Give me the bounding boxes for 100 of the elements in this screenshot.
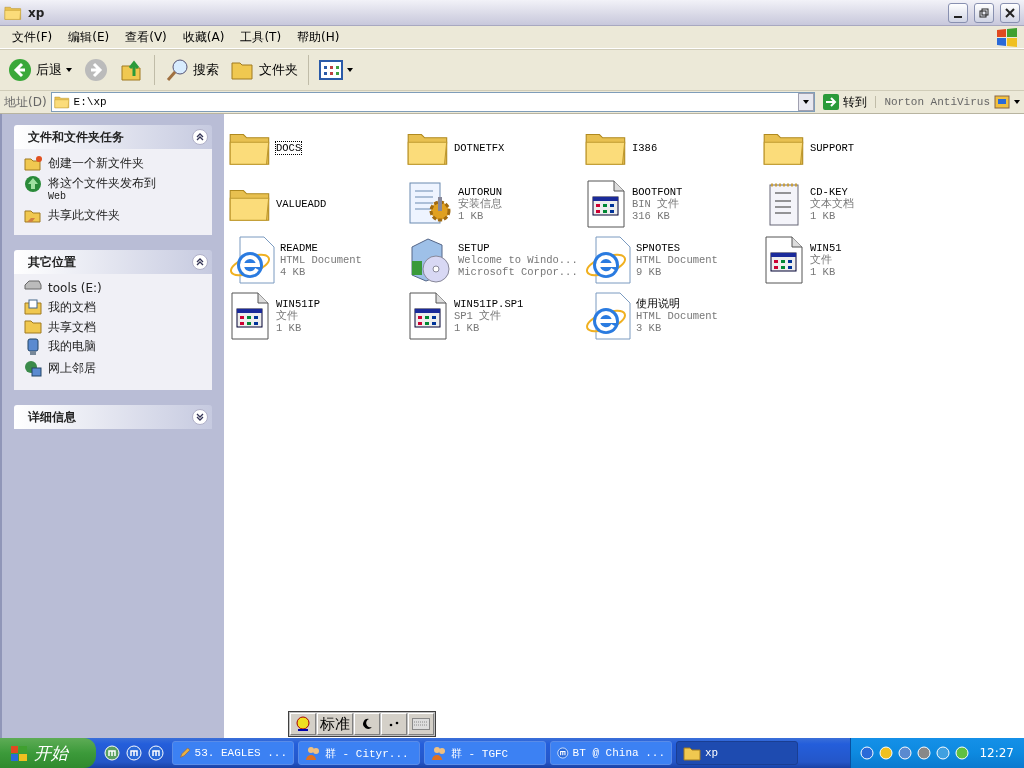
collapse-button[interactable] bbox=[192, 129, 208, 145]
task-link[interactable]: 共享此文件夹 bbox=[48, 207, 120, 222]
file-detail: HTML Document bbox=[636, 254, 718, 266]
taskbar-button[interactable]: 53. EAGLES ... bbox=[172, 741, 294, 765]
task-link[interactable]: 共享文档 bbox=[48, 319, 96, 334]
folder-icon bbox=[4, 4, 22, 21]
file-detail: 1 KB bbox=[810, 266, 837, 278]
panel-header[interactable]: 详细信息 bbox=[14, 405, 212, 429]
dropdown-caret-icon bbox=[803, 100, 810, 104]
file-name[interactable]: BOOTFONT bbox=[632, 186, 683, 198]
file-name[interactable]: WIN51IP bbox=[276, 298, 321, 310]
menu-item[interactable]: 编辑(E) bbox=[60, 28, 118, 46]
file-name[interactable]: I386 bbox=[632, 142, 658, 154]
file-detail: BIN 文件 bbox=[632, 198, 681, 210]
file-name[interactable]: DOCS bbox=[276, 142, 302, 154]
menu-item[interactable]: 工具(T) bbox=[232, 28, 290, 46]
browser-icon bbox=[126, 745, 142, 761]
network-icon bbox=[24, 360, 42, 378]
file-detail: HTML Document bbox=[636, 310, 718, 322]
panel-header[interactable]: 其它位置 bbox=[14, 250, 212, 274]
ime-width-button[interactable] bbox=[354, 713, 380, 735]
taskbar-button[interactable]: xp bbox=[676, 741, 798, 765]
tray-icon[interactable] bbox=[916, 745, 933, 761]
pencil-icon bbox=[179, 745, 191, 761]
start-button[interactable]: 开始 bbox=[0, 738, 96, 768]
tray-icon[interactable] bbox=[935, 745, 952, 761]
file-detail: 316 KB bbox=[632, 210, 671, 222]
panel-title: 文件和文件夹任务 bbox=[28, 128, 125, 146]
collapse-icon bbox=[196, 133, 204, 141]
application-file-icon bbox=[228, 291, 272, 341]
file-detail: 1 KB bbox=[454, 322, 481, 334]
address-dropdown-button[interactable] bbox=[798, 93, 815, 111]
browser-icon bbox=[148, 745, 164, 761]
menu-item[interactable]: 收藏(A) bbox=[174, 28, 233, 46]
file-name[interactable]: SPNOTES bbox=[636, 242, 681, 254]
web-document-icon bbox=[584, 235, 632, 285]
dropdown-caret-icon bbox=[347, 68, 353, 72]
folder-icon bbox=[53, 95, 70, 109]
task-link[interactable]: 我的电脑 bbox=[48, 338, 96, 353]
file-name[interactable]: README bbox=[280, 242, 318, 254]
panel-header[interactable]: 文件和文件夹任务 bbox=[14, 125, 212, 149]
toolbar-label: Norton AntiVirus bbox=[875, 96, 990, 108]
file-name[interactable]: SUPPORT bbox=[810, 142, 855, 154]
file-name[interactable]: WIN51IP.SP1 bbox=[454, 298, 524, 310]
expand-button[interactable] bbox=[192, 409, 208, 425]
search-button[interactable]: 搜索 bbox=[161, 56, 223, 84]
file-detail: 文本文档 bbox=[810, 198, 854, 210]
file-detail: SP1 文件 bbox=[454, 310, 503, 322]
task-link[interactable]: 网上邻居 bbox=[48, 360, 96, 375]
ime-punct-button[interactable] bbox=[381, 713, 407, 735]
toolbar-extension-icon bbox=[994, 94, 1010, 110]
drive-icon bbox=[24, 280, 42, 290]
panel-title: 其它位置 bbox=[28, 253, 77, 271]
task-link[interactable]: 创建一个新文件夹 bbox=[48, 155, 144, 170]
tray-icon[interactable] bbox=[878, 745, 895, 761]
file-detail: 1 KB bbox=[810, 210, 837, 222]
tray-icon[interactable] bbox=[897, 745, 914, 761]
taskbar-button[interactable]: 群 - TGFC bbox=[424, 741, 546, 765]
file-name[interactable]: VALUEADD bbox=[276, 198, 327, 210]
go-button[interactable]: 转到 bbox=[819, 93, 872, 111]
close-button[interactable] bbox=[1000, 2, 1020, 23]
task-link[interactable]: tools (E:) bbox=[48, 280, 102, 295]
menu-item[interactable]: 帮助(H) bbox=[289, 28, 348, 46]
menu-item[interactable]: 文件(F) bbox=[4, 28, 61, 46]
tray-icon[interactable] bbox=[954, 745, 971, 761]
address-field[interactable]: E:\xp bbox=[50, 92, 816, 112]
soft-keyboard-button[interactable] bbox=[408, 713, 434, 735]
back-button[interactable]: 后退 bbox=[4, 56, 76, 84]
file-name[interactable]: SETUP bbox=[458, 242, 490, 254]
task-link[interactable]: 将这个文件夹发布到 Web bbox=[48, 175, 156, 203]
maximize-button[interactable] bbox=[974, 2, 994, 23]
minimize-button[interactable] bbox=[948, 2, 968, 23]
file-detail: 文件 bbox=[276, 310, 299, 322]
people-icon bbox=[431, 745, 447, 761]
file-name[interactable]: DOTNETFX bbox=[454, 142, 505, 154]
restore-icon bbox=[979, 7, 989, 18]
application-file-icon bbox=[762, 235, 806, 285]
views-icon bbox=[319, 59, 343, 81]
tray-icon[interactable] bbox=[859, 745, 876, 761]
collapse-icon bbox=[196, 258, 204, 266]
web-document-icon bbox=[228, 235, 276, 285]
taskbar-button[interactable]: BT @ China ... bbox=[550, 741, 672, 765]
file-name[interactable]: CD-KEY bbox=[810, 186, 848, 198]
ime-switch-button[interactable] bbox=[290, 713, 316, 735]
window-title: xp bbox=[28, 5, 46, 20]
file-detail: 4 KB bbox=[280, 266, 307, 278]
collapse-button[interactable] bbox=[192, 254, 208, 270]
application-file-icon bbox=[406, 291, 450, 341]
file-name[interactable]: AUTORUN bbox=[458, 186, 503, 198]
file-detail: HTML Document bbox=[280, 254, 362, 266]
file-name[interactable]: 使用说明 bbox=[636, 298, 680, 310]
task-link[interactable]: 我的文档 bbox=[48, 299, 96, 314]
taskbar-button[interactable]: 群 - Cityr... bbox=[298, 741, 420, 765]
clock: 12:27 bbox=[979, 746, 1014, 760]
web-document-icon bbox=[584, 291, 632, 341]
folders-button[interactable]: 文件夹 bbox=[227, 57, 302, 83]
menu-item[interactable]: 查看(V) bbox=[117, 28, 175, 46]
keyboard-icon bbox=[412, 718, 430, 730]
file-name[interactable]: WIN51 bbox=[810, 242, 842, 254]
ime-mode-button[interactable]: 标准 bbox=[317, 713, 353, 735]
